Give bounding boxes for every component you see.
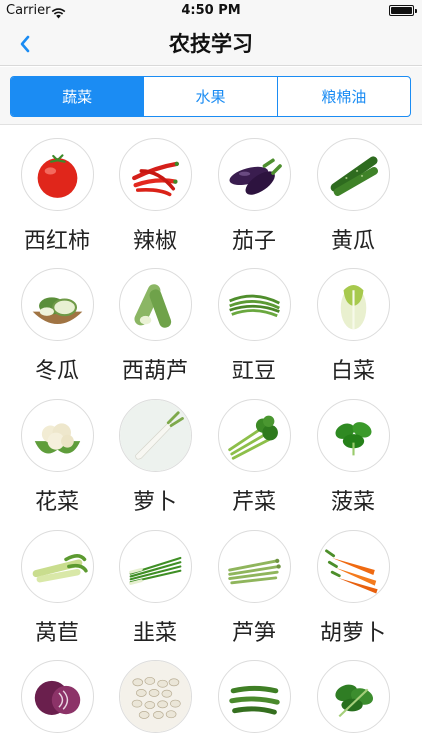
- back-button[interactable]: [10, 30, 40, 58]
- red-cabbage-icon: [21, 660, 94, 733]
- item-label: 萝卜: [132, 490, 177, 515]
- chili-pepper-icon: [119, 138, 192, 211]
- grid-item-leafy-greens[interactable]: [304, 648, 402, 750]
- green-beans-icon: [218, 660, 291, 733]
- tab-grain-cotton-oil[interactable]: 粮棉油: [276, 77, 410, 116]
- carrot-icon: [317, 530, 390, 603]
- chives-icon: [119, 530, 192, 603]
- item-label: 西红柿: [23, 229, 90, 254]
- eggplant-icon: [218, 138, 291, 211]
- item-label: 茄子: [231, 229, 276, 254]
- item-label: 芹菜: [231, 490, 276, 515]
- long-bean-icon: [218, 268, 291, 341]
- zucchini-icon: [119, 268, 192, 341]
- grid-item-eggplant[interactable]: 茄子: [205, 126, 303, 256]
- grid-item-zucchini[interactable]: 西葫芦: [106, 256, 204, 386]
- lettuce-stem-icon: [21, 530, 94, 603]
- grid-item-spinach[interactable]: 菠菜: [304, 387, 402, 517]
- item-label: 菠菜: [330, 490, 375, 515]
- item-label: 西葫芦: [121, 359, 188, 384]
- grid-item-chili[interactable]: 辣椒: [106, 126, 204, 256]
- grid-item-red-cabbage[interactable]: [8, 648, 106, 750]
- category-bar: 蔬菜 水果 粮棉油: [0, 67, 422, 125]
- winter-melon-icon: [21, 268, 94, 341]
- napa-cabbage-icon: [317, 268, 390, 341]
- item-label: 白菜: [330, 359, 375, 384]
- grid-item-radish[interactable]: 萝卜: [106, 387, 204, 517]
- celery-icon: [218, 399, 291, 472]
- item-label: 冬瓜: [34, 359, 79, 384]
- chevron-left-icon: [20, 35, 30, 53]
- grid-item-tomato[interactable]: 西红柿: [8, 126, 106, 256]
- grid-item-white-beans[interactable]: [106, 648, 204, 750]
- navigation-bar: 农技学习: [0, 22, 422, 66]
- cauliflower-icon: [21, 399, 94, 472]
- item-label: 莴苣: [34, 621, 79, 646]
- item-label: 花菜: [34, 490, 79, 515]
- item-label: 辣椒: [132, 229, 177, 254]
- tomato-icon: [21, 138, 94, 211]
- battery-icon: [389, 5, 417, 16]
- item-label: 芦笋: [231, 621, 276, 646]
- status-time: 4:50 PM: [181, 3, 241, 18]
- cucumber-icon: [317, 138, 390, 211]
- grid-item-chives[interactable]: 韭菜: [106, 518, 204, 648]
- grid-item-napa-cabbage[interactable]: 白菜: [304, 256, 402, 386]
- white-beans-icon: [119, 660, 192, 733]
- status-bar: Carrier 4:50 PM: [0, 0, 422, 22]
- radish-icon: [119, 399, 192, 472]
- category-segmented-control: 蔬菜 水果 粮棉油: [10, 76, 411, 117]
- item-label: 韭菜: [132, 621, 177, 646]
- leafy-greens-icon: [317, 660, 390, 733]
- vegetable-grid: 西红柿 辣椒 茄子 黄瓜 冬瓜 西葫芦 豇豆 白菜 花菜 萝卜 芹菜 菠菜 莴苣…: [0, 126, 422, 750]
- grid-item-winter-melon[interactable]: 冬瓜: [8, 256, 106, 386]
- tab-fruits[interactable]: 水果: [143, 77, 276, 116]
- grid-item-lettuce-stem[interactable]: 莴苣: [8, 518, 106, 648]
- grid-item-green-beans[interactable]: [205, 648, 303, 750]
- item-label: 豇豆: [231, 359, 276, 384]
- grid-item-celery[interactable]: 芹菜: [205, 387, 303, 517]
- grid-item-cauliflower[interactable]: 花菜: [8, 387, 106, 517]
- grid-item-long-bean[interactable]: 豇豆: [205, 256, 303, 386]
- grid-item-carrot[interactable]: 胡萝卜: [304, 518, 402, 648]
- page-title: 农技学习: [169, 32, 253, 56]
- asparagus-icon: [218, 530, 291, 603]
- grid-item-cucumber[interactable]: 黄瓜: [304, 126, 402, 256]
- tab-vegetables[interactable]: 蔬菜: [11, 77, 144, 116]
- spinach-icon: [317, 399, 390, 472]
- item-label: 黄瓜: [330, 229, 375, 254]
- item-label: 胡萝卜: [319, 621, 386, 646]
- grid-item-asparagus[interactable]: 芦笋: [205, 518, 303, 648]
